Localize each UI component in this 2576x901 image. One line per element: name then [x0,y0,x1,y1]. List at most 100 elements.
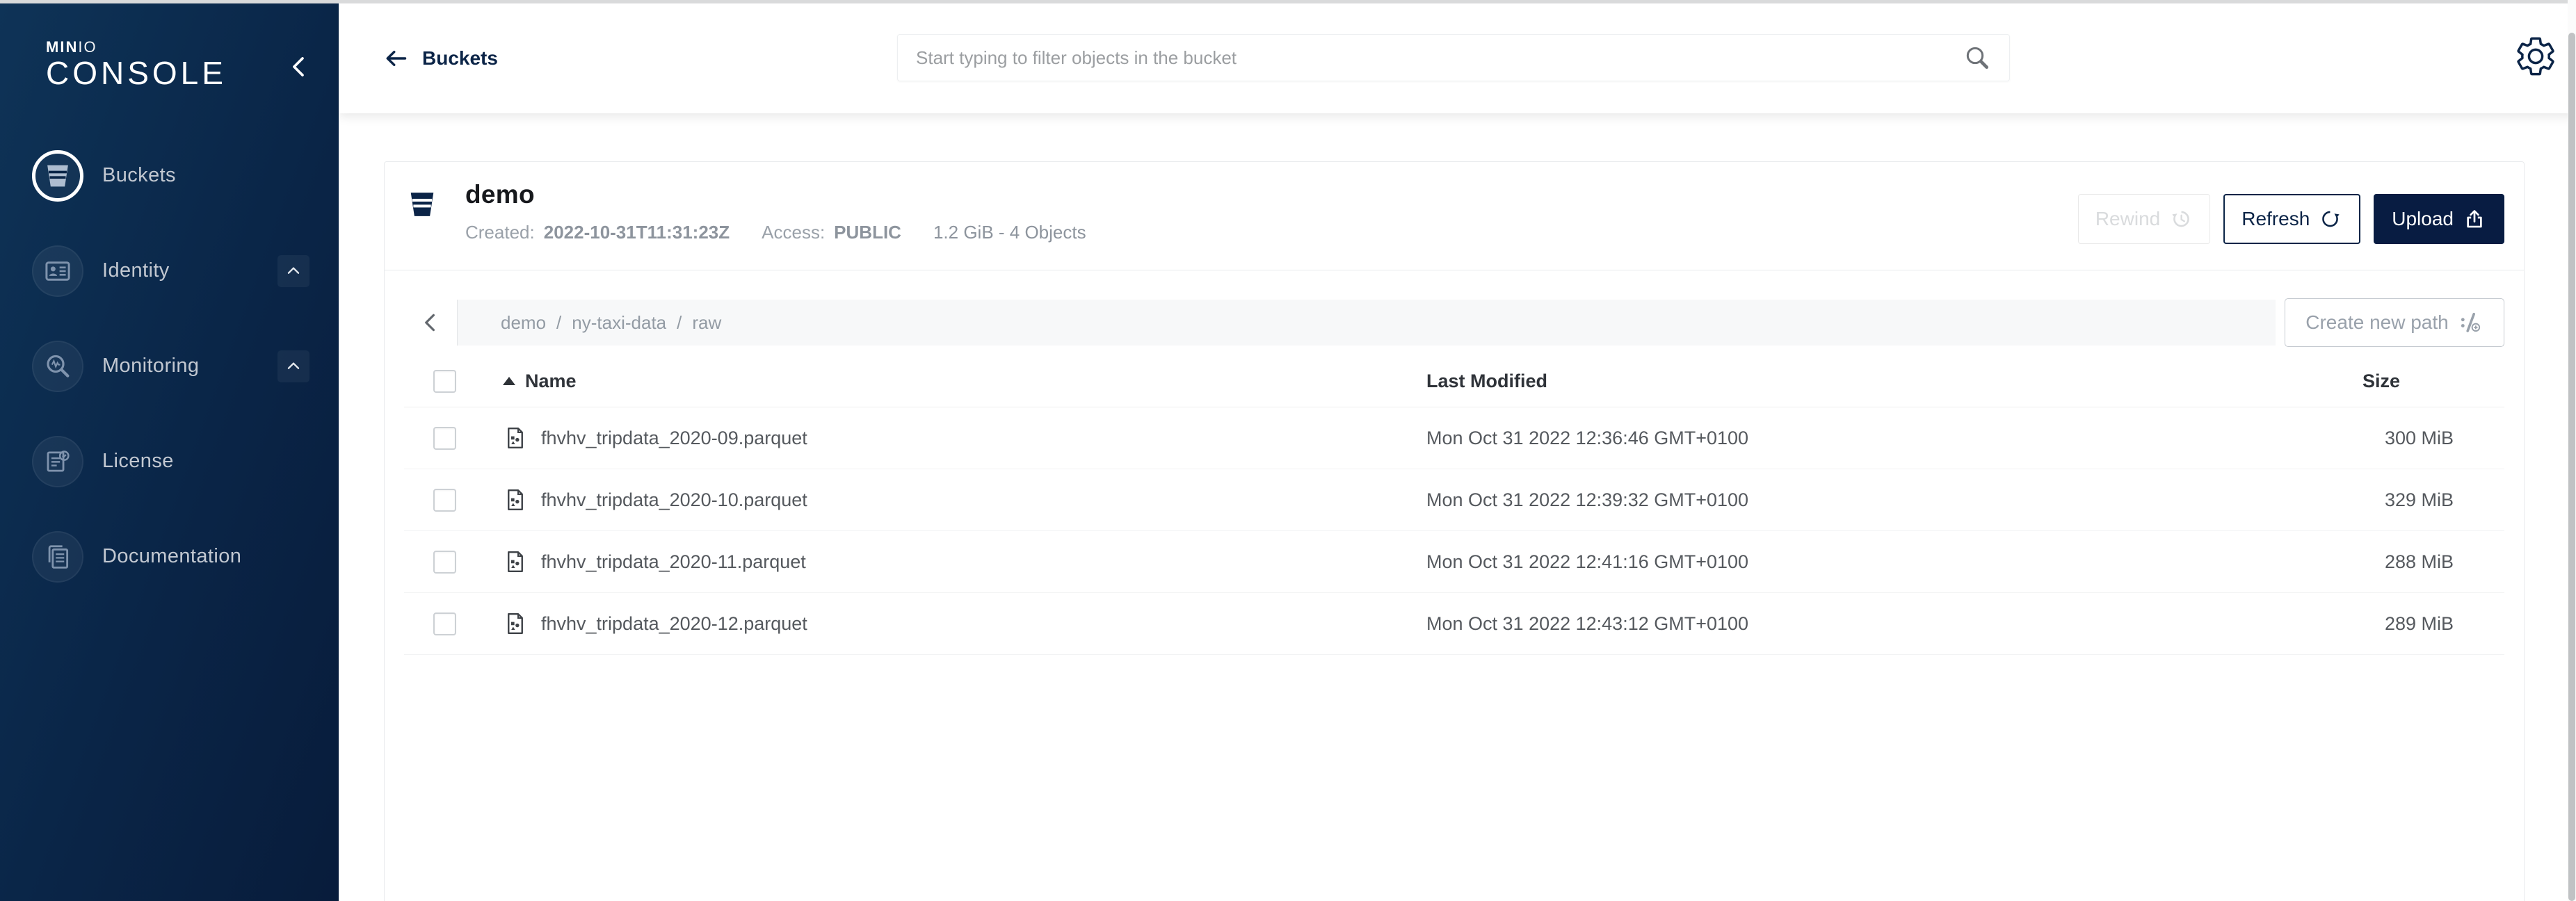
refresh-icon [2319,207,2342,231]
objects-section: demo / ny-taxi-data / raw Create new pat… [385,270,2524,655]
bucket-size-summary: 1.2 GiB - 4 Objects [933,222,1086,243]
rewind-label: Rewind [2095,208,2160,230]
back-label: Buckets [422,47,498,70]
upload-button[interactable]: Upload [2374,194,2504,244]
sidebar-collapse-button[interactable] [287,55,311,81]
sidebar-item-identity[interactable]: Identity [0,223,339,318]
sidebar-item-monitoring[interactable]: Monitoring [0,318,339,414]
upload-icon [2463,207,2486,231]
created-value: 2022-10-31T11:31:23Z [544,222,730,243]
row-checkbox[interactable] [433,427,456,450]
bucket-header: demo Created: 2022-10-31T11:31:23Z Acces… [385,162,2524,270]
object-modified-cell: Mon Oct 31 2022 12:43:12 GMT+0100 [1426,613,2324,635]
sidebar-item-buckets[interactable]: Buckets [0,128,339,223]
object-modified-cell: Mon Oct 31 2022 12:36:46 GMT+0100 [1426,428,2324,449]
sidebar-item-label: Identity [102,259,170,282]
table-header-row: Name Last Modified Size [404,355,2504,407]
object-name-cell: fhvhv_tripdata_2020-12.parquet [503,611,1426,636]
breadcrumb-segment-demo[interactable]: demo [501,312,546,334]
file-icon [503,425,528,450]
chevron-up-icon [284,357,303,375]
rewind-icon [2169,207,2193,231]
minio-console-logo: MINIO CONSOLE [46,40,227,90]
upload-label: Upload [2392,208,2454,230]
top-bar: Buckets [339,3,2576,113]
sidebar-item-label: Monitoring [102,355,199,378]
bucket-actions: Rewind Refresh Upload [2078,194,2504,244]
path-row: demo / ny-taxi-data / raw Create new pat… [404,298,2504,347]
chevron-left-icon [287,55,311,79]
documentation-icon [43,542,72,571]
identity-icon-circle [32,245,83,297]
table-row[interactable]: fhvhv_tripdata_2020-11.parquet Mon Oct 3… [404,531,2504,593]
file-icon [503,487,528,512]
access-label: Access: [762,222,825,243]
window-top-edge [0,0,2576,3]
license-icon-circle [32,436,83,487]
breadcrumb-segment-raw[interactable]: raw [692,312,721,334]
minio-console-app: MINIO CONSOLE Buckets Identity [0,0,2576,901]
path-back-button[interactable] [404,300,458,346]
table-row[interactable]: fhvhv_tripdata_2020-12.parquet Mon Oct 3… [404,593,2504,655]
gear-icon [2513,34,2558,79]
object-size-cell: 288 MiB [2324,551,2504,573]
row-checkbox[interactable] [433,612,456,635]
bucket-browser-card: demo Created: 2022-10-31T11:31:23Z Acces… [384,161,2525,901]
header-modified-cell: Last Modified [1426,371,2324,392]
created-label: Created: [465,222,535,243]
object-name: fhvhv_tripdata_2020-10.parquet [541,489,807,511]
bucket-icon [43,161,72,190]
search-input[interactable] [898,47,1963,69]
header-size-cell: Size [2324,371,2504,392]
sidebar: MINIO CONSOLE Buckets Identity [0,3,339,901]
table-row[interactable]: fhvhv_tripdata_2020-10.parquet Mon Oct 3… [404,469,2504,531]
select-all-checkbox[interactable] [433,370,456,393]
rewind-button[interactable]: Rewind [2078,194,2210,244]
path-bar: demo / ny-taxi-data / raw [404,300,2276,346]
search-icon [1963,44,1991,72]
sidebar-item-label: Buckets [102,164,176,187]
back-arrow-icon [383,46,408,71]
monitoring-expand-toggle[interactable] [277,350,309,382]
refresh-button[interactable]: Refresh [2223,194,2360,244]
object-modified-cell: Mon Oct 31 2022 12:41:16 GMT+0100 [1426,551,2324,573]
back-to-buckets-link[interactable]: Buckets [383,3,498,113]
object-modified-cell: Mon Oct 31 2022 12:39:32 GMT+0100 [1426,489,2324,511]
row-checkbox[interactable] [433,489,456,512]
row-checkbox-cell [404,551,503,574]
modified-header-label: Last Modified [1426,371,1547,391]
scrollbar-thumb[interactable] [2568,33,2575,901]
brand-wordmark: MINIO [46,40,227,55]
access-value: PUBLIC [834,222,901,243]
license-icon [43,447,72,476]
sort-ascending-icon [503,377,515,385]
table-row[interactable]: fhvhv_tripdata_2020-09.parquet Mon Oct 3… [404,407,2504,469]
refresh-label: Refresh [2241,208,2310,230]
object-size-cell: 329 MiB [2324,489,2504,511]
buckets-icon-circle [32,150,83,202]
create-path-label: Create new path [2305,311,2448,334]
sidebar-menu: Buckets Identity Monitoring [0,128,339,604]
header-name-cell[interactable]: Name [503,371,1426,392]
object-size-cell: 289 MiB [2324,613,2504,635]
settings-button[interactable] [2513,34,2558,79]
chevron-up-icon [284,262,303,280]
row-checkbox-cell [404,489,503,512]
brand-console: CONSOLE [46,56,227,90]
breadcrumb-separator: / [556,312,561,334]
row-checkbox[interactable] [433,551,456,574]
object-name: fhvhv_tripdata_2020-12.parquet [541,613,807,635]
brand-min: MIN [46,38,78,56]
monitoring-icon [43,352,72,381]
object-name-cell: fhvhv_tripdata_2020-10.parquet [503,487,1426,512]
breadcrumb-segment-ny-taxi-data[interactable]: ny-taxi-data [572,312,666,334]
bucket-name-title: demo [465,180,535,209]
sidebar-item-license[interactable]: License [0,414,339,509]
sidebar-item-documentation[interactable]: Documentation [0,509,339,604]
page-content: demo Created: 2022-10-31T11:31:23Z Acces… [339,113,2576,901]
size-header-label: Size [2362,371,2400,391]
monitoring-icon-circle [32,341,83,392]
create-new-path-button[interactable]: Create new path [2285,298,2504,347]
bucket-meta: Created: 2022-10-31T11:31:23Z Access: PU… [465,222,1086,243]
identity-expand-toggle[interactable] [277,255,309,287]
